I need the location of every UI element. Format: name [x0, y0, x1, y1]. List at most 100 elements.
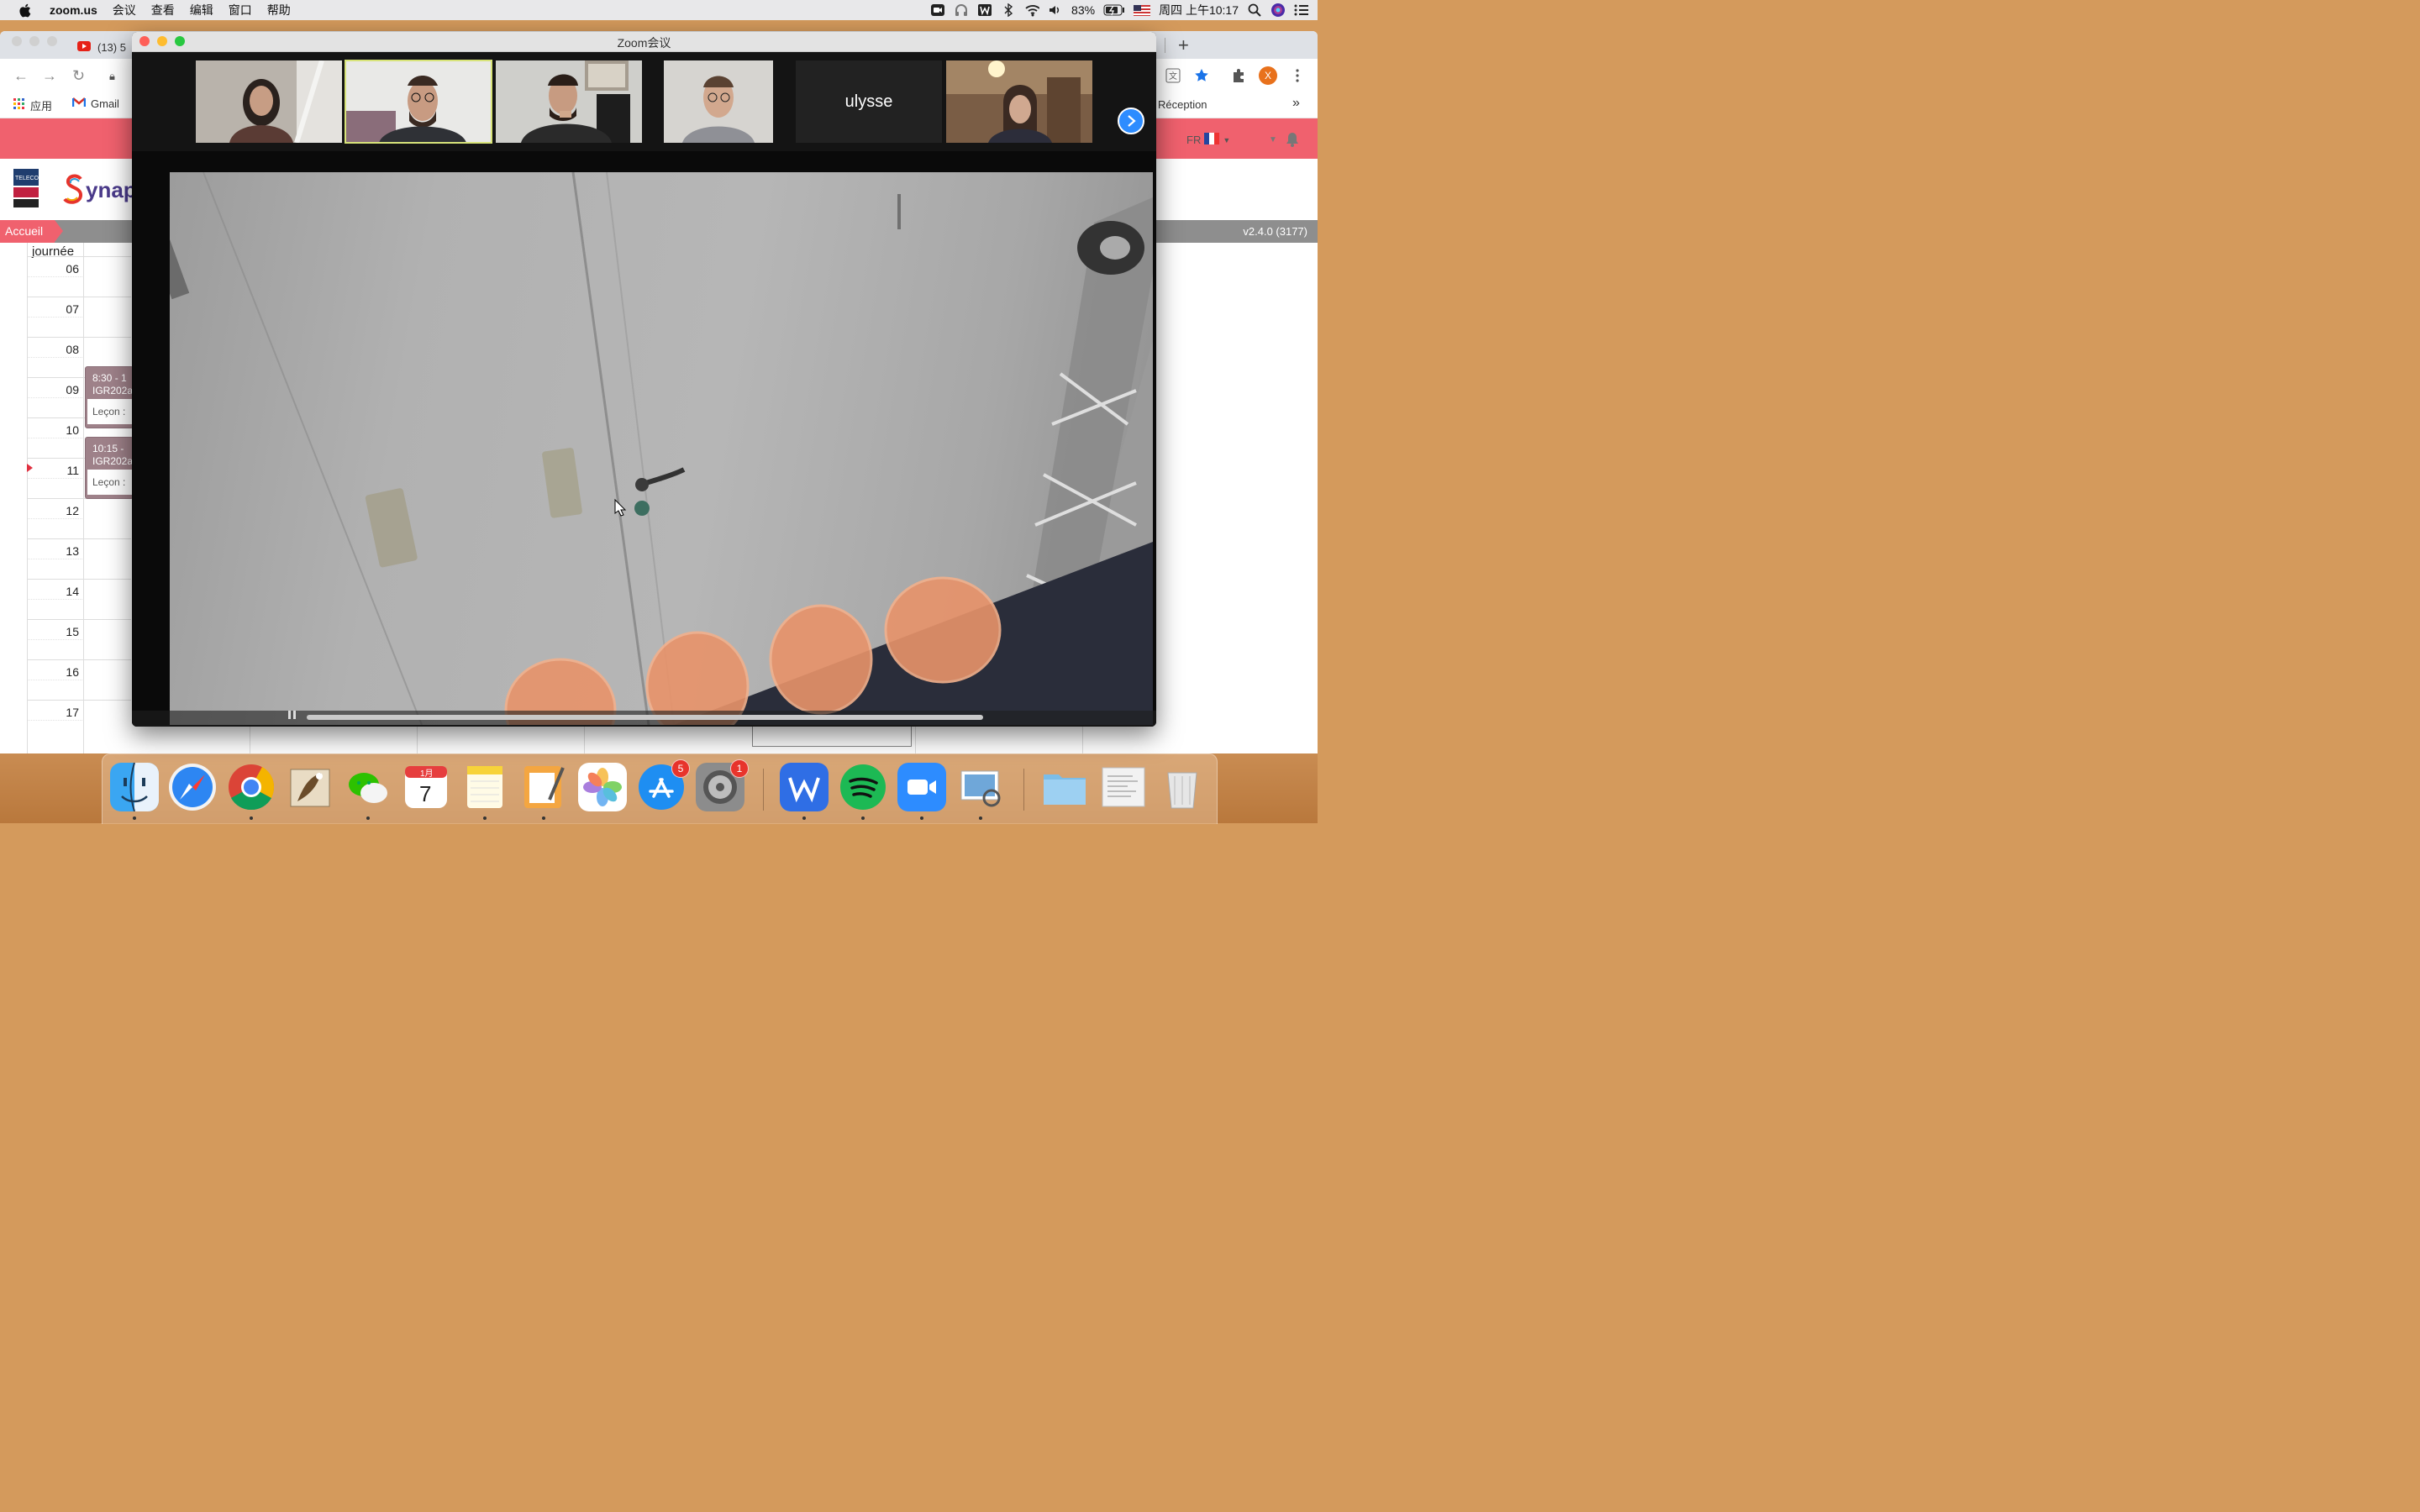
participant-tile-no-video[interactable]: ulysse [796, 60, 942, 143]
bookmark-star-icon[interactable] [1193, 67, 1210, 84]
calendar-hour-label: 11 [66, 464, 79, 477]
back-arrow-icon[interactable]: ← [13, 67, 29, 85]
menu-view[interactable]: 查看 [144, 2, 182, 18]
dock-separator [1023, 769, 1024, 811]
calendar-hour-label: 16 [66, 665, 79, 679]
dock-notification-badge: 5 [671, 759, 690, 778]
dock-finder-icon[interactable] [110, 763, 159, 811]
extensions-puzzle-icon[interactable] [1230, 67, 1247, 84]
calendar-event[interactable]: 10:15 - IGR202a Leçon : [85, 437, 134, 499]
dock-running-indicator [861, 816, 865, 820]
shared-video-frame[interactable] [170, 172, 1153, 725]
next-participants-chevron-right-icon[interactable] [1118, 108, 1144, 134]
user-menu-caret-icon[interactable]: ▼ [1269, 135, 1277, 144]
chrome-minimize-button[interactable] [29, 36, 39, 46]
wps-status-icon[interactable] [977, 3, 992, 17]
dock-running-indicator [920, 816, 923, 820]
dock-separator [763, 769, 764, 811]
calendar-half-hour-line [27, 357, 82, 358]
dock-mail-icon[interactable] [286, 763, 334, 811]
zoom-status-icon[interactable] [930, 3, 945, 17]
dock-downloads-folder-icon[interactable] [1040, 763, 1089, 811]
pause-icon[interactable] [287, 709, 298, 721]
dock-running-indicator [542, 816, 545, 820]
forward-arrow-icon[interactable]: → [42, 67, 57, 85]
language-selector[interactable]: FR ▼ [1186, 133, 1230, 147]
light-switch [542, 448, 582, 518]
chrome-menu-icon[interactable] [1289, 67, 1306, 84]
bookmark-apps[interactable]: 应用 [13, 97, 52, 113]
headphones-status-icon[interactable] [954, 3, 969, 17]
menu-window[interactable]: 窗口 [221, 2, 260, 18]
notification-center-icon[interactable] [1294, 3, 1309, 17]
dock-safari-icon[interactable] [168, 763, 217, 811]
event-lesson: Leçon : [87, 399, 133, 424]
menu-meeting[interactable]: 会议 [105, 2, 144, 18]
menu-edit[interactable]: 编辑 [182, 2, 221, 18]
calendar-hour-label: 12 [66, 504, 79, 517]
dock-running-indicator [979, 816, 982, 820]
battery-percent[interactable]: 83% [1071, 3, 1095, 17]
video-scrub-bar[interactable] [307, 715, 983, 720]
participant-video-2-active-speaker[interactable] [345, 60, 492, 144]
calendar-half-hour-line [27, 317, 82, 318]
apple-icon[interactable] [18, 3, 34, 18]
clock[interactable]: 周四 上午10:17 [1159, 2, 1239, 18]
us-flag-icon[interactable] [1134, 3, 1151, 17]
wifi-icon[interactable] [1024, 3, 1040, 17]
dock-calendar-icon[interactable]: 1月 7 [402, 763, 450, 811]
event-code: IGR202a [92, 455, 134, 467]
dock-trash-icon[interactable] [1158, 763, 1207, 811]
dock-spotify-icon[interactable] [839, 763, 887, 811]
bookmark-reception[interactable]: Réception [1158, 98, 1207, 111]
participant-name: ulysse [844, 92, 893, 111]
participant-video-4[interactable] [645, 60, 792, 143]
chrome-close-button[interactable] [12, 36, 22, 46]
volume-icon[interactable] [1048, 3, 1063, 17]
tab-title: (13) 5 [97, 40, 126, 54]
dock-documents-icon[interactable] [1099, 763, 1148, 811]
dock-notes-icon[interactable] [460, 763, 509, 811]
new-tab-plus-icon[interactable]: + [1178, 34, 1189, 56]
reload-icon[interactable]: ↻ [72, 67, 85, 85]
calendar-hour-label: 07 [66, 302, 79, 316]
menu-help[interactable]: 帮助 [260, 2, 298, 18]
dock-zoom-icon[interactable] [897, 763, 946, 811]
gmail-icon [71, 97, 87, 110]
dock-wps-icon[interactable] [780, 763, 829, 811]
synapses-logo[interactable]: ynap [62, 172, 137, 207]
dock-chrome-icon[interactable] [227, 763, 276, 811]
dock-pages-icon[interactable] [519, 763, 568, 811]
participant-video-1[interactable] [196, 60, 342, 143]
participant-video-6[interactable] [946, 60, 1092, 143]
notification-bell-icon[interactable] [1286, 132, 1299, 150]
menu-app-name[interactable]: zoom.us [42, 3, 105, 17]
bluetooth-icon[interactable] [1001, 3, 1016, 17]
svg-text:7: 7 [419, 781, 431, 806]
bookmark-gmail[interactable]: Gmail [71, 97, 119, 110]
battery-icon[interactable] [1103, 3, 1125, 17]
calendar-hour-label: 17 [66, 706, 79, 719]
zoom-meeting-window: Zoom会议 ulysse [132, 32, 1156, 727]
bookmarks-overflow[interactable]: » [1292, 96, 1300, 111]
spotlight-search-icon[interactable] [1247, 3, 1262, 17]
dock-photos-icon[interactable] [578, 763, 627, 811]
french-flag-icon [1204, 133, 1220, 147]
youtube-icon [77, 40, 91, 54]
event-lesson: Leçon : [87, 470, 133, 495]
dock-preview-icon[interactable] [956, 763, 1005, 811]
calendar-event[interactable]: 8:30 - 1 IGR202a Leçon : [85, 366, 134, 428]
calendar-hour-label: 14 [66, 585, 79, 598]
dock-wechat-icon[interactable] [344, 763, 392, 811]
dock-running-indicator [366, 816, 370, 820]
calendar-half-hour-line [27, 720, 82, 721]
chrome-zoom-button[interactable] [47, 36, 57, 46]
translate-icon[interactable]: 文 [1165, 67, 1181, 84]
calendar-half-hour-line [27, 397, 82, 398]
browser-tab[interactable]: (13) 5 [77, 35, 126, 59]
participant-video-3[interactable] [496, 60, 642, 143]
siri-icon[interactable] [1270, 3, 1286, 17]
profile-avatar[interactable]: X [1259, 66, 1277, 85]
breadcrumb-accueil[interactable]: Accueil [0, 220, 64, 243]
event-code: IGR202a [92, 385, 134, 396]
